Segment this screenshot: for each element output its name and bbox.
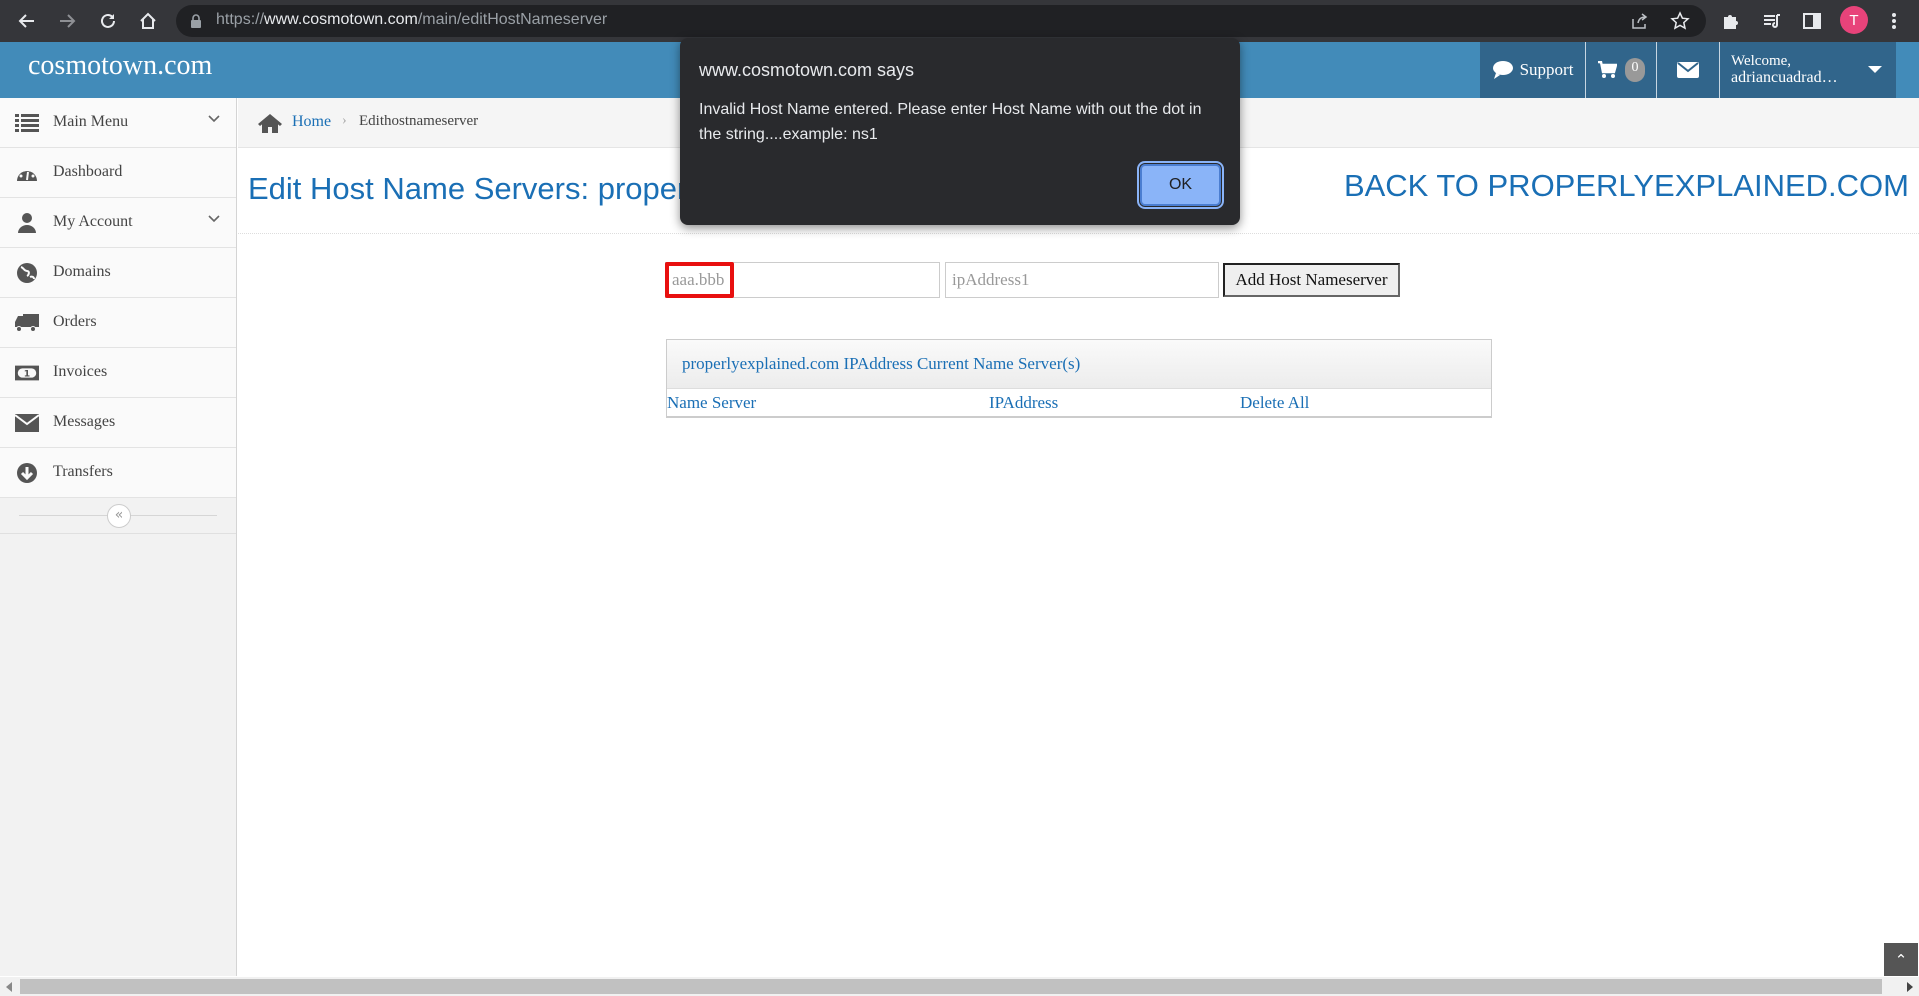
home-outline-icon: [140, 12, 156, 29]
sidebar-label: Invoices: [53, 363, 108, 380]
table-caption: properlyexplained.com IPAddress Current …: [682, 354, 1081, 373]
chevron-down-icon: [208, 215, 220, 223]
side-panel-button[interactable]: [1800, 9, 1824, 33]
address-bar[interactable]: https://www.cosmotown.com/main/editHostN…: [176, 5, 1706, 37]
url-text[interactable]: https://www.cosmotown.com/main/editHostN…: [216, 11, 607, 29]
profile-avatar[interactable]: T: [1840, 6, 1868, 34]
column-ip-address[interactable]: IPAddress: [989, 393, 1058, 413]
url-scheme: https://: [216, 11, 265, 28]
home-icon: [258, 114, 282, 133]
truck-icon: [15, 312, 39, 334]
side-panel-icon: [1803, 13, 1821, 29]
dialog-ok-button[interactable]: OK: [1137, 161, 1224, 209]
chevron-down-icon: [208, 115, 220, 123]
scroll-right-arrow-icon[interactable]: [1907, 982, 1913, 992]
dashboard-icon: [15, 162, 39, 184]
svg-text:1: 1: [24, 369, 30, 380]
url-host: www.cosmotown.com: [264, 11, 418, 28]
dialog-title: www.cosmotown.com says: [699, 60, 915, 80]
breadcrumb-current: Edithostnameserver: [359, 113, 479, 129]
messages-button[interactable]: [1657, 42, 1720, 98]
sidebar-label: Messages: [53, 413, 116, 430]
extensions-button[interactable]: [1718, 9, 1742, 33]
envelope-icon: [1677, 62, 1699, 78]
sidebar-label: Dashboard: [53, 163, 123, 180]
home-button[interactable]: [135, 8, 161, 34]
sidebar-item-transfers[interactable]: Transfers: [0, 448, 236, 498]
sidebar-item-messages[interactable]: Messages: [0, 398, 236, 448]
envelope-icon: [15, 412, 39, 434]
add-host-nameserver-button[interactable]: Add Host Nameserver: [1223, 263, 1400, 297]
sidebar-collapse-row: «: [0, 498, 236, 534]
scroll-left-arrow-icon[interactable]: [6, 982, 12, 992]
sidebar-label: Main Menu: [53, 113, 129, 130]
breadcrumb-home-link[interactable]: Home: [292, 113, 331, 131]
divider: [238, 233, 1919, 234]
bookmark-star-icon[interactable]: [1670, 11, 1690, 31]
ip-address-input[interactable]: [945, 262, 1219, 298]
playlist-icon: [1764, 14, 1780, 28]
arrow-left-icon: [18, 14, 34, 28]
user-menu[interactable]: Welcome, adriancuadrad…: [1720, 42, 1896, 98]
sidebar-item-dashboard[interactable]: Dashboard: [0, 148, 236, 198]
breadcrumb-separator: ›: [342, 113, 347, 128]
back-to-top-button[interactable]: ⌃: [1884, 943, 1918, 976]
sidebar-label: Domains: [53, 263, 111, 280]
table-header: properlyexplained.com IPAddress Current …: [667, 340, 1491, 389]
table-columns: Name Server IPAddress Delete All: [667, 389, 1491, 417]
puzzle-icon: [1724, 15, 1738, 29]
cart-button[interactable]: 0: [1586, 42, 1657, 98]
media-button[interactable]: [1760, 9, 1784, 33]
sidebar-item-main-menu[interactable]: Main Menu: [0, 98, 236, 148]
delete-all-link[interactable]: Delete All: [1240, 393, 1309, 413]
list-icon: [15, 112, 39, 134]
nameserver-table: properlyexplained.com IPAddress Current …: [666, 339, 1492, 418]
kebab-menu-icon: [1892, 13, 1896, 29]
forward-button[interactable]: [54, 8, 80, 34]
reload-button[interactable]: [95, 8, 121, 34]
user-icon: [15, 212, 39, 234]
username: adriancuadrad…: [1731, 69, 1838, 86]
reload-icon: [101, 13, 115, 28]
column-name-server[interactable]: Name Server: [667, 393, 756, 413]
arrow-right-icon: [60, 14, 76, 28]
sidebar-item-orders[interactable]: Orders: [0, 298, 236, 348]
download-circle-icon: [15, 462, 39, 484]
sidebar-item-my-account[interactable]: My Account: [0, 198, 236, 248]
welcome-label: Welcome,: [1731, 53, 1792, 69]
cart-count-badge: 0: [1625, 58, 1645, 82]
cart-icon: [1598, 61, 1617, 78]
horizontal-scrollbar[interactable]: [0, 977, 1919, 996]
sidebar: Main Menu Dashboard My Account Domains O…: [0, 98, 237, 976]
lock-icon: [191, 14, 201, 28]
sidebar-label: Transfers: [53, 463, 113, 480]
share-icon[interactable]: [1629, 11, 1649, 31]
header-actions: Support 0 Welcome, adriancuadrad…: [1480, 42, 1896, 98]
back-button[interactable]: [14, 8, 40, 34]
sidebar-label: My Account: [53, 213, 133, 230]
alert-dialog: www.cosmotown.com says Invalid Host Name…: [680, 38, 1240, 225]
url-path: /main/editHostNameserver: [417, 11, 608, 28]
browser-menu-button[interactable]: [1882, 9, 1906, 33]
dialog-message: Invalid Host Name entered. Please enter …: [699, 101, 1202, 143]
sidebar-label: Orders: [53, 313, 97, 330]
site-logo[interactable]: cosmotown.com: [28, 50, 212, 82]
globe-icon: [15, 262, 39, 284]
sidebar-item-invoices[interactable]: 1 Invoices: [0, 348, 236, 398]
scrollbar-thumb[interactable]: [20, 979, 1882, 994]
sidebar-collapse-button[interactable]: «: [107, 504, 131, 528]
money-icon: 1: [15, 362, 39, 384]
host-name-input[interactable]: [665, 262, 940, 298]
back-to-domain-link[interactable]: BACK TO PROPERLYEXPLAINED.COM: [1344, 168, 1909, 204]
browser-toolbar: https://www.cosmotown.com/main/editHostN…: [0, 0, 1919, 42]
sidebar-item-domains[interactable]: Domains: [0, 248, 236, 298]
chat-bubble-icon: [1492, 61, 1513, 79]
caret-down-icon: [1868, 66, 1882, 73]
support-button[interactable]: Support: [1480, 42, 1586, 98]
support-label: Support: [1519, 60, 1574, 79]
double-chevron-up-icon: ⌃: [1894, 950, 1908, 969]
